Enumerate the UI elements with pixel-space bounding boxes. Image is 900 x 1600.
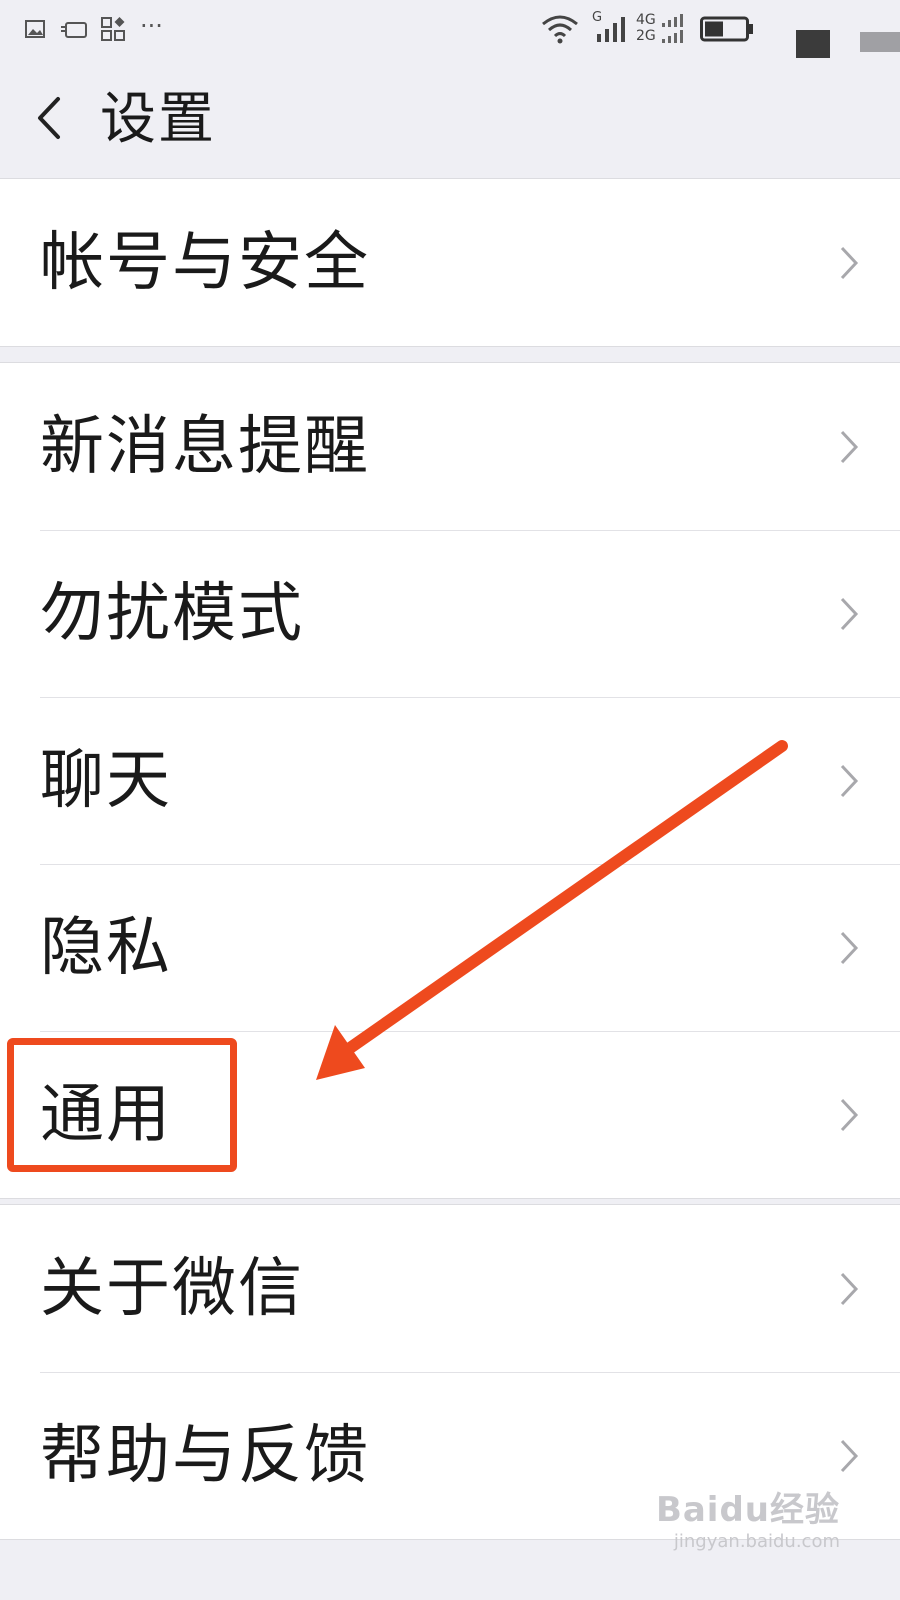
back-chevron-icon[interactable] [30, 93, 70, 143]
settings-row-notifications[interactable]: 新消息提醒 [0, 363, 900, 530]
chevron-right-icon [840, 597, 859, 630]
settings-row-privacy[interactable]: 隐私 [0, 864, 900, 1031]
image-notification-icon [25, 20, 45, 38]
chevron-right-icon [840, 1439, 859, 1472]
app-notification-icon [61, 22, 87, 38]
settings-row-account-security[interactable]: 帐号与安全 [0, 179, 900, 346]
settings-row-about-wechat[interactable]: 关于微信 [0, 1205, 900, 1372]
status-block-icon [860, 32, 900, 52]
network-2g-label: 2G [636, 28, 656, 44]
chevron-right-icon [840, 764, 859, 797]
chevron-right-icon [840, 931, 859, 964]
status-block-icon [796, 30, 830, 58]
watermark-logo: Baidu经验 [655, 1490, 840, 1530]
bottom-spacer [0, 1560, 900, 1600]
chevron-right-icon [840, 1098, 859, 1131]
row-label: 新消息提醒 [40, 409, 370, 484]
more-notifications-icon: ··· [140, 12, 163, 40]
annotation-highlight-box [7, 1038, 237, 1172]
row-label: 隐私 [40, 910, 172, 985]
row-label: 帮助与反馈 [40, 1418, 370, 1493]
page-title: 设置 [100, 87, 216, 152]
nav-bar: 设置 [0, 60, 900, 181]
settings-row-do-not-disturb[interactable]: 勿扰模式 [0, 530, 900, 697]
row-label: 勿扰模式 [40, 576, 304, 651]
apps-notification-icon [101, 17, 125, 41]
chevron-right-icon [840, 430, 859, 463]
watermark-url: jingyan.baidu.com [673, 1531, 840, 1552]
chevron-right-icon [840, 246, 859, 279]
row-label: 帐号与安全 [40, 225, 370, 300]
dual-signal-icon [662, 14, 683, 43]
settings-row-chat[interactable]: 聊天 [0, 697, 900, 864]
wifi-icon [542, 15, 578, 44]
battery-icon [700, 16, 753, 42]
settings-group-account: 帐号与安全 [0, 178, 900, 347]
watermark: Baidu经验 jingyan.baidu.com [656, 1482, 840, 1552]
signal-icon [597, 17, 625, 42]
status-bar: ··· G 4G 2G [0, 0, 900, 60]
network-4g-label: 4G [636, 12, 656, 28]
chevron-right-icon [840, 1272, 859, 1305]
row-label: 关于微信 [40, 1251, 304, 1326]
row-label: 聊天 [40, 743, 172, 818]
